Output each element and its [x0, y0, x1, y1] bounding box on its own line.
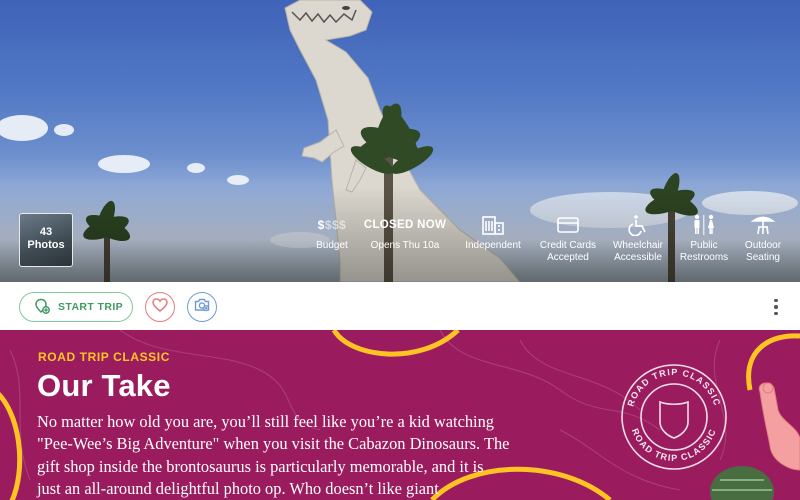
amenity-outdoor-seating: Outdoor Seating	[723, 214, 800, 264]
section-body: No matter how old you are, you’ll still …	[37, 411, 527, 500]
amenity-label: Independent	[465, 240, 521, 251]
amenity-credit-cards: Credit Cards Accepted	[528, 214, 608, 264]
amenity-label-line1: Outdoor	[744, 240, 782, 251]
hours-status: CLOSED NOW	[363, 219, 447, 231]
more-vertical-icon	[774, 298, 778, 303]
action-bar: START TRIP	[0, 282, 800, 330]
budget-active: $	[317, 218, 325, 232]
our-take-section: ROAD TRIP CLASSIC ROAD TRIP CLASSIC ROAD…	[0, 330, 800, 500]
amenity-label-line1: Credit Cards	[539, 240, 597, 251]
amenities-bar: $ $$$ Budget CLOSED NOW Opens Thu 10a Ind…	[0, 214, 800, 274]
body-line: No matter how old you are, you’ll still …	[37, 412, 494, 431]
amenity-hours[interactable]: CLOSED NOW Opens Thu 10a	[355, 214, 455, 252]
amenity-label-line2: Accepted	[547, 252, 589, 263]
favorite-button[interactable]	[145, 292, 175, 322]
hero-photo[interactable]: 43 Photos $ $$$ Budget CLOSED NOW Opens T…	[0, 0, 800, 282]
add-photo-camera-icon	[194, 297, 210, 317]
start-trip-button[interactable]: START TRIP	[19, 292, 133, 322]
building-icon	[453, 214, 533, 236]
more-options-button[interactable]	[768, 296, 784, 318]
amenity-label-line2: Seating	[746, 252, 780, 263]
add-location-icon	[34, 298, 50, 317]
amenity-independent: Independent	[453, 214, 533, 252]
hours-label: Opens Thu 10a	[370, 240, 440, 251]
body-line: "Pee-Wee’s Big Adventure" when you visit…	[37, 434, 510, 454]
umbrella-table-icon	[723, 214, 800, 236]
section-title: Our Take	[37, 368, 171, 403]
start-trip-label: START TRIP	[58, 301, 124, 313]
body-line: just an all-around delightful photo op. …	[37, 478, 439, 498]
add-photo-button[interactable]	[187, 292, 217, 322]
credit-card-icon	[528, 214, 608, 236]
section-eyebrow: ROAD TRIP CLASSIC	[38, 350, 170, 364]
body-line: gift shop inside the brontosaurus is par…	[37, 456, 484, 476]
heart-icon	[152, 297, 168, 317]
budget-inactive: $$$	[324, 218, 347, 232]
